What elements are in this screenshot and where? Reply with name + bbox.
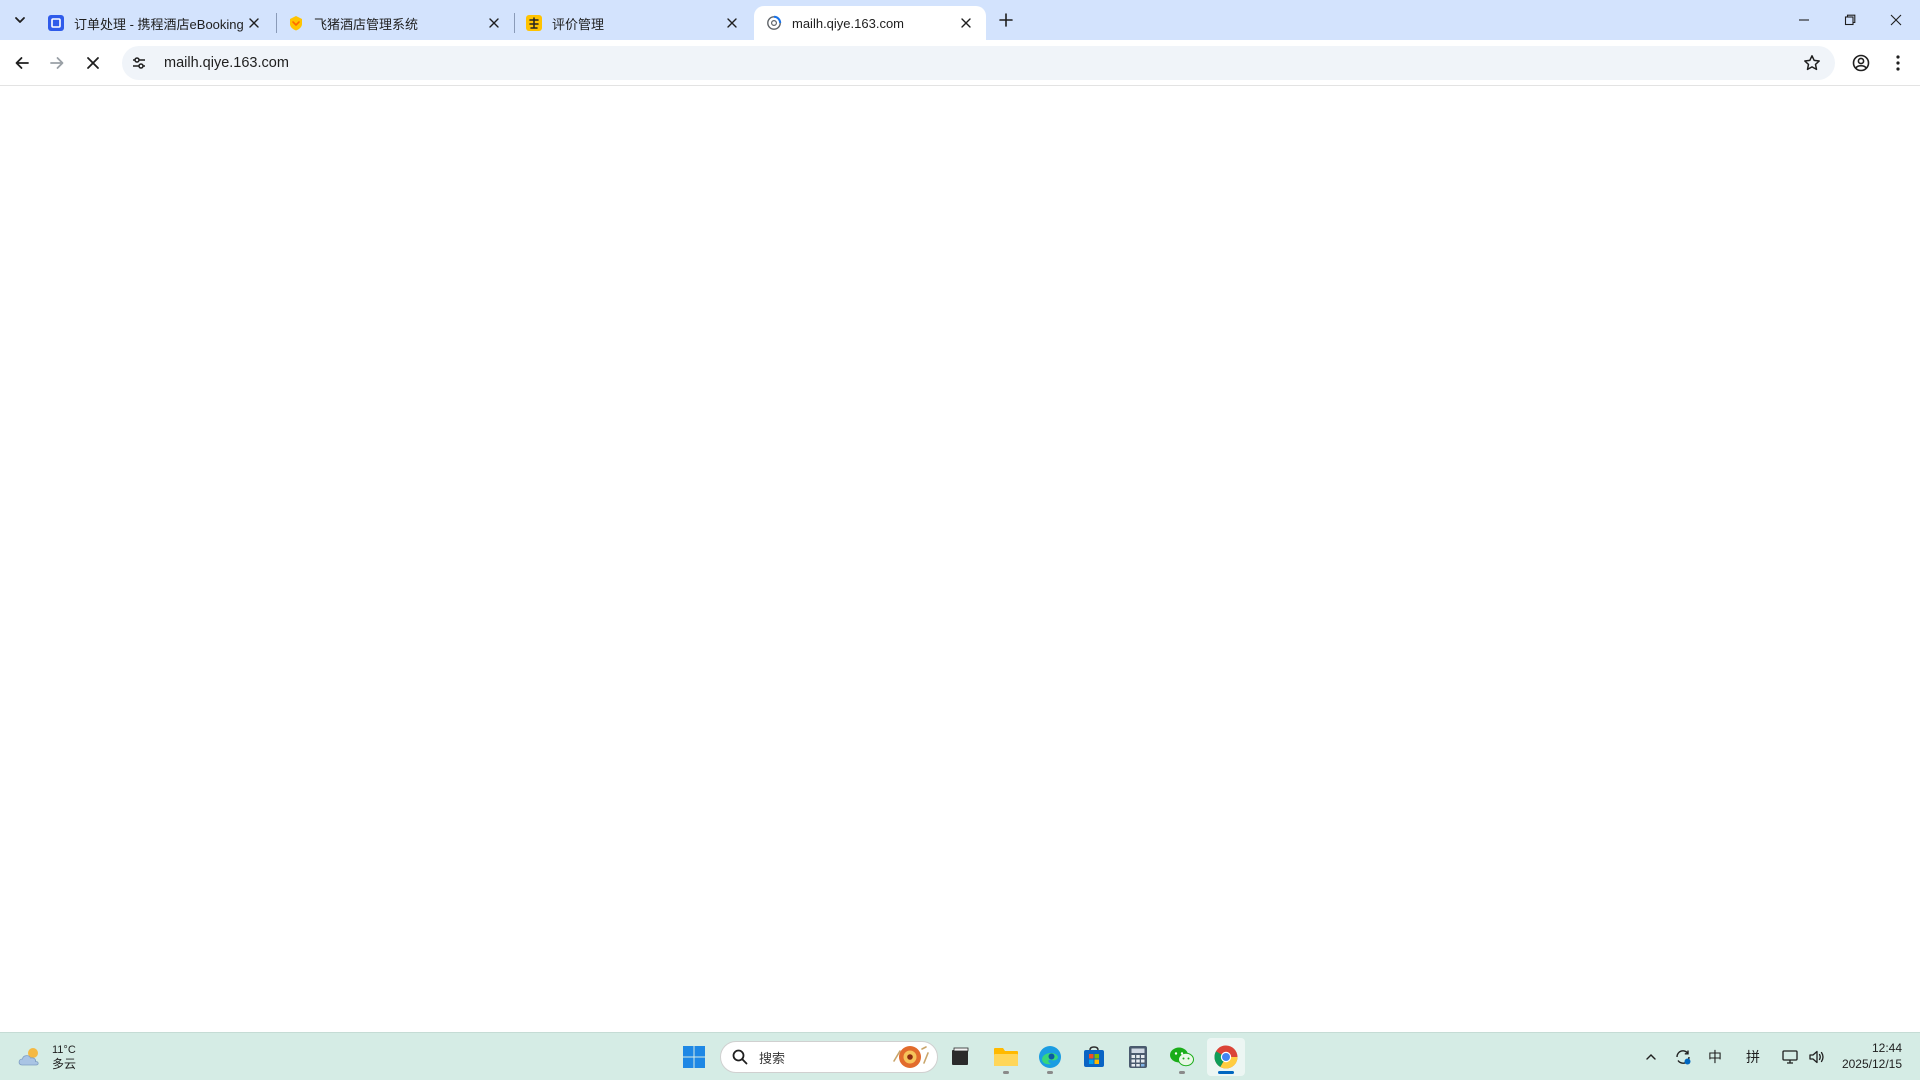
more-vertical-icon bbox=[1896, 55, 1900, 71]
sync-icon bbox=[1676, 1050, 1691, 1065]
tab-qiye-mail[interactable]: mailh.qiye.163.com bbox=[754, 6, 986, 40]
back-button[interactable] bbox=[6, 47, 38, 79]
url-text[interactable]: mailh.qiye.163.com bbox=[164, 55, 289, 71]
system-clock[interactable]: 12:44 2025/12/15 bbox=[1842, 1040, 1902, 1072]
close-icon bbox=[489, 18, 499, 28]
taskbar-edge[interactable] bbox=[1031, 1038, 1069, 1076]
chevron-up-icon bbox=[1646, 1054, 1656, 1060]
restore-icon bbox=[1844, 14, 1856, 26]
running-indicator bbox=[1218, 1071, 1234, 1074]
ime-method-toggle[interactable]: 拼 bbox=[1742, 1041, 1764, 1073]
meituan-icon bbox=[526, 15, 542, 31]
taskbar-search[interactable]: 搜索 bbox=[720, 1041, 938, 1073]
close-icon bbox=[249, 18, 259, 28]
network-icon bbox=[1782, 1050, 1798, 1064]
account-icon bbox=[1852, 54, 1870, 72]
bookmark-button[interactable] bbox=[1797, 48, 1827, 78]
stop-loading-button[interactable] bbox=[77, 47, 109, 79]
tab-close-button[interactable] bbox=[722, 13, 742, 33]
tab-close-button[interactable] bbox=[244, 13, 264, 33]
site-info-button[interactable] bbox=[124, 48, 154, 78]
ctrip-ebooking-icon bbox=[48, 15, 64, 31]
close-window-button[interactable] bbox=[1873, 0, 1919, 40]
clock-time: 12:44 bbox=[1871, 1041, 1902, 1055]
running-indicator bbox=[1003, 1071, 1009, 1074]
close-icon bbox=[961, 18, 971, 28]
page-content bbox=[0, 86, 1920, 1032]
edge-icon bbox=[1039, 1046, 1061, 1068]
tab-ctrip-ebooking[interactable]: 订单处理 - 携程酒店eBooking bbox=[36, 6, 274, 40]
tab-close-button[interactable] bbox=[484, 13, 504, 33]
minimize-button[interactable] bbox=[1781, 0, 1827, 40]
tab-strip: 订单处理 - 携程酒店eBooking 飞猪酒店管理系统 评价管理 mailh.… bbox=[0, 0, 1920, 40]
ime-mode-toggle[interactable]: 中 bbox=[1704, 1041, 1726, 1073]
star-icon bbox=[1804, 55, 1820, 71]
taskbar-store[interactable] bbox=[1075, 1038, 1113, 1076]
taskbar-chrome[interactable] bbox=[1207, 1038, 1245, 1076]
tab-title: 飞猪酒店管理系统 bbox=[314, 16, 419, 32]
weather-condition: 多云 bbox=[52, 1057, 77, 1071]
close-icon bbox=[87, 57, 99, 69]
menu-button[interactable] bbox=[1882, 47, 1914, 79]
chrome-icon bbox=[1214, 1045, 1238, 1069]
new-tab-button[interactable] bbox=[992, 8, 1020, 32]
tune-icon bbox=[133, 57, 145, 69]
partly-cloudy-icon bbox=[18, 1048, 39, 1066]
address-bar[interactable]: mailh.qiye.163.com bbox=[122, 46, 1835, 80]
tab-search-button[interactable] bbox=[6, 8, 34, 32]
browser-toolbar: mailh.qiye.163.com bbox=[0, 40, 1920, 86]
tray-volume[interactable] bbox=[1805, 1041, 1829, 1073]
weather-temperature: 11°C bbox=[52, 1044, 76, 1056]
taskbar-task-view[interactable] bbox=[941, 1038, 979, 1076]
search-icon bbox=[731, 1048, 749, 1066]
close-icon bbox=[1890, 14, 1902, 26]
taskbar-file-explorer[interactable] bbox=[987, 1038, 1025, 1076]
arrow-right-icon bbox=[50, 57, 64, 69]
start-button[interactable] bbox=[675, 1038, 713, 1076]
running-indicator bbox=[1047, 1071, 1053, 1074]
tray-sync[interactable] bbox=[1671, 1041, 1695, 1073]
loading-globe-icon bbox=[766, 15, 782, 31]
calculator-icon bbox=[1129, 1046, 1147, 1068]
chevron-down-icon bbox=[15, 17, 25, 23]
forward-button[interactable] bbox=[41, 47, 73, 79]
tab-title: 订单处理 - 携程酒店eBooking bbox=[74, 16, 244, 32]
taskbar-calculator[interactable] bbox=[1119, 1038, 1157, 1076]
tab-fliggy-hotel[interactable]: 飞猪酒店管理系统 bbox=[276, 6, 514, 40]
tab-review-management[interactable]: 评价管理 bbox=[514, 6, 752, 40]
fliggy-icon bbox=[288, 15, 304, 31]
wechat-icon bbox=[1170, 1047, 1194, 1067]
task-view-icon bbox=[952, 1047, 969, 1065]
close-icon bbox=[727, 18, 737, 28]
windows-taskbar: 11°C 多云 搜索 中 拼 12:44 2025/12/15 bbox=[0, 1032, 1920, 1080]
windows-logo-icon bbox=[683, 1046, 705, 1068]
store-icon bbox=[1084, 1046, 1104, 1067]
tab-title: 评价管理 bbox=[552, 16, 605, 32]
volume-icon bbox=[1809, 1050, 1824, 1064]
taskbar-wechat[interactable] bbox=[1163, 1038, 1201, 1076]
restore-button[interactable] bbox=[1827, 0, 1873, 40]
weather-widget[interactable]: 11°C 多云 bbox=[16, 1039, 76, 1075]
plus-icon bbox=[999, 13, 1013, 27]
running-indicator bbox=[1179, 1071, 1185, 1074]
clock-date: 2025/12/15 bbox=[1841, 1057, 1902, 1071]
search-label: 搜索 bbox=[759, 1050, 786, 1066]
tab-title: mailh.qiye.163.com bbox=[792, 15, 904, 31]
profile-button[interactable] bbox=[1845, 47, 1877, 79]
arrow-left-icon bbox=[15, 57, 29, 69]
tab-close-button[interactable] bbox=[956, 13, 976, 33]
search-highlight-icon bbox=[887, 1042, 933, 1072]
folder-icon bbox=[994, 1048, 1018, 1066]
tray-network[interactable] bbox=[1778, 1041, 1802, 1073]
show-hidden-icons-button[interactable] bbox=[1640, 1041, 1662, 1073]
minimize-icon bbox=[1799, 19, 1809, 21]
